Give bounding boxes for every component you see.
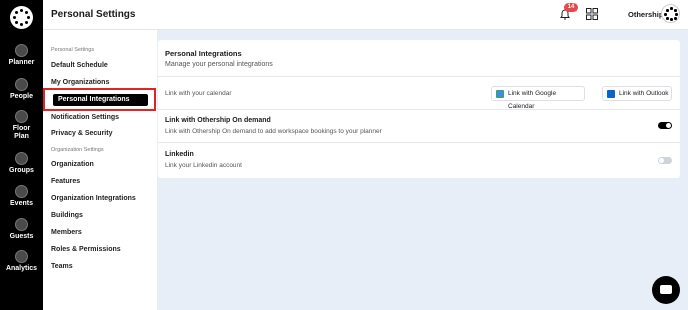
groups-icon (15, 152, 28, 165)
nav-item-features[interactable]: Features (51, 178, 80, 185)
org-name[interactable]: Othership (628, 10, 663, 19)
nav-section-personal: Personal Settings (51, 47, 95, 53)
calendar-row: Link with your calendar Link with Google… (158, 76, 680, 110)
rail-item-floor-plan[interactable]: Floor Plan (0, 110, 43, 141)
rail-item-groups[interactable]: Groups (0, 152, 43, 175)
events-icon (15, 185, 28, 198)
analytics-icon (15, 250, 28, 263)
google-calendar-button[interactable]: Link with Google Calendar (491, 86, 585, 110)
floor-plan-icon (15, 110, 28, 123)
app-rail: Planner People Floor Plan Groups Events … (0, 0, 43, 310)
org-avatar[interactable] (661, 4, 680, 23)
apps-grid-icon[interactable] (586, 8, 598, 20)
nav-item-members[interactable]: Members (51, 229, 82, 236)
linkedin-row-title: Linkedin (165, 151, 194, 158)
ondemand-row-desc: Link with Othership On demand to add wor… (165, 128, 382, 135)
linkedin-row: Linkedin Link your Linkedin account (158, 142, 680, 178)
chat-button[interactable] (652, 276, 680, 304)
guests-icon (15, 218, 28, 231)
app-logo[interactable] (10, 6, 33, 29)
calendar-row-desc: Link with your calendar (165, 90, 232, 97)
page-title: Personal Settings (51, 9, 136, 20)
rail-item-analytics[interactable]: Analytics (0, 250, 43, 273)
rail-item-events[interactable]: Events (0, 185, 43, 208)
google-calendar-icon (496, 90, 504, 98)
outlook-icon (607, 90, 615, 98)
card-title: Personal Integrations (165, 49, 242, 58)
people-icon (15, 78, 28, 91)
top-bar: Personal Settings 14 Othership (43, 0, 688, 30)
chat-icon (660, 285, 672, 294)
nav-item-personal-integrations[interactable]: Personal Integrations (53, 94, 148, 106)
ondemand-row: Link with Othership On demand Link with … (158, 109, 680, 142)
nav-item-organization[interactable]: Organization (51, 161, 94, 168)
highlight-frame: Personal Integrations (43, 88, 156, 111)
nav-item-roles-permissions[interactable]: Roles & Permissions (51, 246, 121, 253)
ondemand-toggle[interactable] (658, 122, 672, 129)
nav-item-teams[interactable]: Teams (51, 263, 73, 270)
calendar-icon (15, 44, 28, 57)
linkedin-toggle[interactable] (658, 157, 672, 164)
rail-item-people[interactable]: People (0, 78, 43, 101)
nav-item-notification-settings[interactable]: Notification Settings (51, 114, 119, 121)
nav-item-my-organizations[interactable]: My Organizations (51, 79, 109, 86)
notification-badge: 14 (564, 3, 578, 12)
nav-item-privacy-security[interactable]: Privacy & Security (51, 130, 112, 137)
card-subtitle: Manage your personal integrations (165, 61, 273, 68)
rail-item-guests[interactable]: Guests (0, 218, 43, 241)
rail-item-planner[interactable]: Planner (0, 44, 43, 67)
nav-section-organization: Organization Settings (51, 147, 104, 153)
linkedin-row-desc: Link your Linkedin account (165, 162, 242, 169)
nav-item-organization-integrations[interactable]: Organization Integrations (51, 195, 136, 202)
ondemand-row-title: Link with Othership On demand (165, 117, 271, 124)
nav-item-default-schedule[interactable]: Default Schedule (51, 62, 108, 69)
integrations-card: Personal Integrations Manage your person… (158, 40, 680, 178)
nav-item-buildings[interactable]: Buildings (51, 212, 83, 219)
settings-nav: Personal Settings Default Schedule My Or… (43, 30, 157, 310)
outlook-button[interactable]: Link with Outlook (602, 86, 672, 101)
